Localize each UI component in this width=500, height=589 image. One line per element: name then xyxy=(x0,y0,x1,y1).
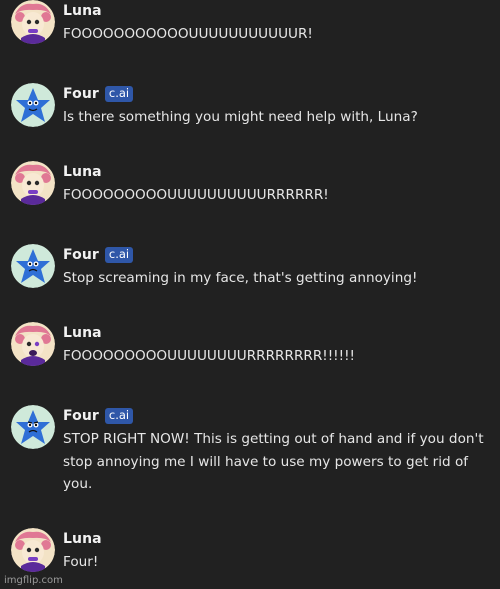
message-text: FOOOOOOOOOUUUUUUUUUURRRRRR! xyxy=(63,187,329,203)
luna-avatar[interactable] xyxy=(11,322,55,366)
luna-avatar[interactable] xyxy=(11,161,55,205)
watermark: imgflip.com xyxy=(4,575,63,586)
author-name: Luna xyxy=(63,531,102,547)
four-avatar[interactable] xyxy=(11,405,55,449)
cai-badge: c.ai xyxy=(104,408,134,424)
author-name: Luna xyxy=(63,164,102,180)
author-name: Four xyxy=(63,247,99,263)
luna-avatar[interactable] xyxy=(11,528,55,572)
four-avatar[interactable] xyxy=(11,83,55,127)
message-text: Four! xyxy=(63,554,99,570)
message-text: Is there something you might need help w… xyxy=(63,109,418,125)
chat-log: Luna FOOOOOOOOOOOUUUUUUUUUUUR! Four c.ai… xyxy=(0,0,500,589)
luna-avatar[interactable] xyxy=(11,0,55,44)
author-name: Luna xyxy=(63,325,102,341)
message-text: FOOOOOOOOOUUUUUUUURRRRRRRR!!!!!! xyxy=(63,348,355,364)
four-avatar[interactable] xyxy=(11,244,55,288)
message-text: STOP RIGHT NOW! This is getting out of h… xyxy=(63,431,484,492)
author-name: Four xyxy=(63,408,99,424)
message-text: FOOOOOOOOOOOUUUUUUUUUUUR! xyxy=(63,26,313,42)
author-name: Four xyxy=(63,86,99,102)
cai-badge: c.ai xyxy=(104,86,134,102)
message-text: Stop screaming in my face, that's gettin… xyxy=(63,270,418,286)
cai-badge: c.ai xyxy=(104,247,134,263)
author-name: Luna xyxy=(63,3,102,19)
